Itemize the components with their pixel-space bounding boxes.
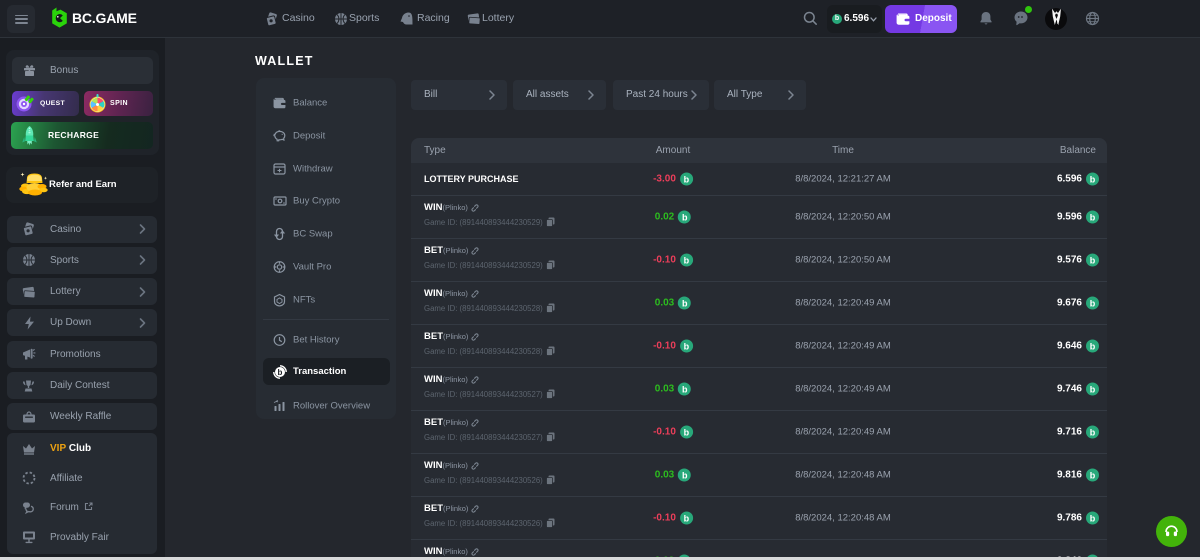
svg-text:b: b	[278, 368, 283, 377]
